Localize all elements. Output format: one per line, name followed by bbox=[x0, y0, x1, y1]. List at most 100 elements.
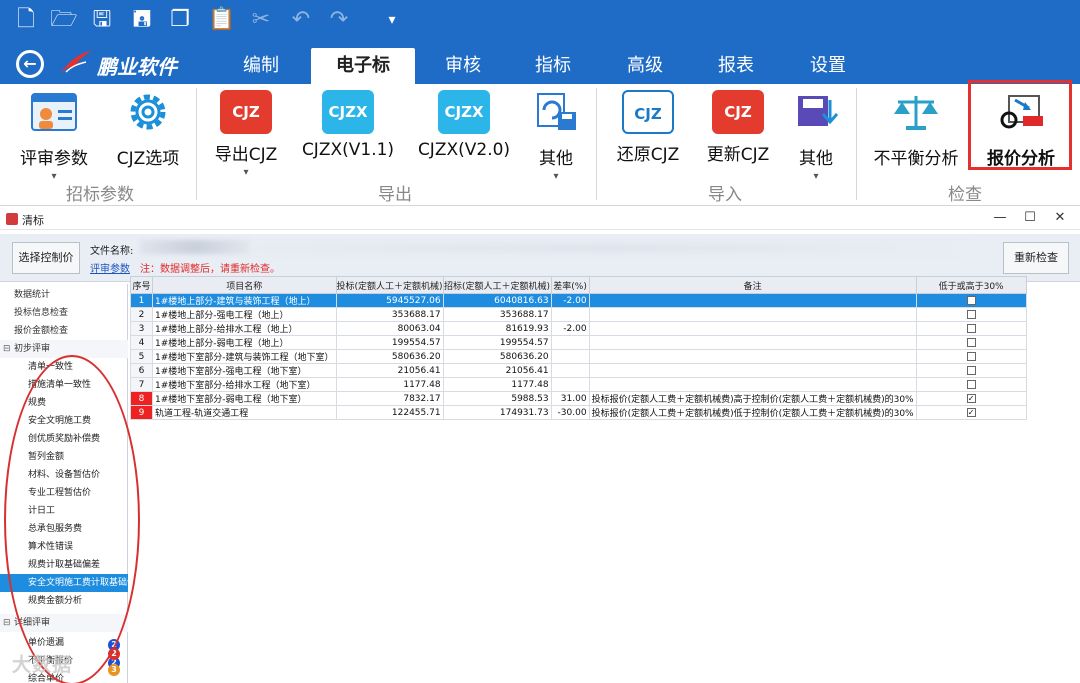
remark-cell bbox=[588, 377, 917, 392]
window-title: 清标 bbox=[22, 214, 44, 227]
table-row[interactable]: 5 1#楼地下室部分-建筑与装饰工程（地下室） 580636.20 580636.20 bbox=[130, 349, 1027, 364]
tree-item-amount-check[interactable]: 报价金额检查 bbox=[0, 322, 128, 340]
col-header-project[interactable]: 项目名称 bbox=[152, 276, 337, 294]
over30-checkbox[interactable] bbox=[966, 309, 976, 319]
bid-amount-cell: 7832.17 bbox=[335, 391, 444, 406]
eval-params-button[interactable]: 评审参数 ▾ bbox=[10, 90, 98, 182]
over30-checkbox[interactable]: ✓ bbox=[966, 407, 976, 417]
tree-item-bid-info-check[interactable]: 投标信息检查 bbox=[0, 304, 128, 322]
copy-icon[interactable]: ❐ bbox=[166, 6, 194, 34]
import-other-button[interactable]: 其他 ▾ bbox=[784, 90, 848, 182]
update-cjz-button[interactable]: CJZ 更新CJZ bbox=[696, 90, 780, 165]
cjzx-v11-button[interactable]: CJZX CJZX(V1.1) bbox=[296, 90, 400, 160]
over30-checkbox[interactable] bbox=[966, 379, 976, 389]
over30-cell bbox=[915, 349, 1027, 364]
expand-icon[interactable]: ⊟ bbox=[3, 340, 11, 358]
table-row[interactable]: 8 1#楼地下室部分-弱电工程（地下室） 7832.17 5988.53 31.00 投标… bbox=[130, 391, 1027, 406]
remark-cell: 投标报价(定额人工费＋定额机械费)低于控制价(定额人工费＋定额机械费)的30% bbox=[588, 405, 917, 420]
diff-rate-cell bbox=[550, 349, 590, 364]
bid-amount-cell: 199554.57 bbox=[335, 335, 444, 350]
new-file-icon[interactable]: 🗋 bbox=[12, 6, 40, 34]
col-header-over30[interactable]: 低于或高于30% bbox=[915, 276, 1027, 294]
minimize-icon[interactable]: — bbox=[990, 210, 1010, 225]
diff-rate-cell bbox=[550, 363, 590, 378]
over30-checkbox[interactable] bbox=[966, 337, 976, 347]
col-header-diff[interactable]: 差率(%) bbox=[550, 276, 590, 294]
export-other-button[interactable]: 其他 ▾ bbox=[524, 90, 588, 182]
remark-cell bbox=[588, 293, 917, 308]
close-icon[interactable]: ✕ bbox=[1050, 210, 1070, 225]
table-row[interactable]: 4 1#楼地上部分-弱电工程（地上） 199554.57 199554.57 bbox=[130, 335, 1027, 350]
table-row[interactable]: 3 1#楼地上部分-给排水工程（地上） 80063.04 81619.93 -2.00 bbox=[130, 321, 1027, 336]
group-separator bbox=[596, 88, 597, 200]
cjzx-v11-label: CJZX(V1.1) bbox=[301, 140, 395, 160]
group-separator bbox=[856, 88, 857, 200]
over30-cell: ✓ bbox=[915, 391, 1027, 406]
back-arrow-icon[interactable]: ← bbox=[16, 50, 44, 78]
over30-checkbox[interactable] bbox=[966, 295, 976, 305]
tab-reports[interactable]: 报表 bbox=[697, 48, 775, 84]
table-row[interactable]: 9 轨道工程-轨道交通工程 122455.71 174931.73 -30.00 投标报价… bbox=[130, 405, 1027, 420]
remark-cell bbox=[588, 321, 917, 336]
tab-review[interactable]: 审核 bbox=[424, 48, 502, 84]
col-header-tender[interactable]: 招标(定额人工＋定额机械) bbox=[442, 276, 552, 294]
chevron-down-icon: ▾ bbox=[553, 171, 559, 182]
row-index: 3 bbox=[130, 321, 153, 336]
quick-access-bar: 🗋 🗁 🖫 🖪 ❐ 📋 ✂ ↶ ↷ ▾ bbox=[0, 0, 1080, 42]
ribbon-panel: 评审参数 ▾ CJZ选项 招标参数 CJZ 导出CJZ ▾ CJZX CJZX(… bbox=[0, 84, 1080, 206]
row-index: 1 bbox=[130, 293, 153, 308]
chevron-down-icon: ▾ bbox=[813, 171, 819, 182]
tab-compile[interactable]: 编制 bbox=[222, 48, 300, 84]
over30-checkbox[interactable] bbox=[966, 351, 976, 361]
quote-analysis-table: 序号 项目名称 投标(定额人工＋定额机械) 招标(定额人工＋定额机械) 差率(%… bbox=[130, 276, 1027, 420]
save-as-icon[interactable]: 🖪 bbox=[128, 6, 156, 34]
restore-cjz-label: 还原CJZ bbox=[616, 145, 680, 165]
col-header-bid[interactable]: 投标(定额人工＋定额机械) bbox=[335, 276, 444, 294]
tab-settings[interactable]: 设置 bbox=[789, 48, 867, 84]
expand-icon[interactable]: ⊟ bbox=[3, 614, 11, 632]
table-row[interactable]: 1 1#楼地上部分-建筑与装饰工程（地上） 5945527.06 6040816.63… bbox=[130, 293, 1027, 308]
project-name-cell: 1#楼地下室部分-弱电工程（地下室） bbox=[152, 391, 337, 406]
project-name-cell: 1#楼地上部分-强电工程（地上） bbox=[152, 307, 337, 322]
diff-rate-cell: 31.00 bbox=[550, 391, 590, 406]
over30-checkbox[interactable] bbox=[966, 365, 976, 375]
imbalance-analysis-button[interactable]: 不平衡分析 bbox=[862, 90, 970, 169]
eval-params-link[interactable]: 评审参数 bbox=[90, 260, 130, 275]
over30-cell bbox=[915, 307, 1027, 322]
project-name-cell: 轨道工程-轨道交通工程 bbox=[152, 405, 337, 420]
project-name-cell: 1#楼地上部分-弱电工程（地上） bbox=[152, 335, 337, 350]
undo-icon[interactable]: ↶ bbox=[287, 6, 315, 34]
open-folder-icon[interactable]: 🗁 bbox=[50, 6, 78, 34]
save-icon[interactable]: 🖫 bbox=[88, 6, 116, 34]
over30-checkbox[interactable]: ✓ bbox=[966, 393, 976, 403]
restore-cjz-button[interactable]: CJZ 还原CJZ bbox=[606, 90, 690, 165]
tab-index[interactable]: 指标 bbox=[514, 48, 592, 84]
select-control-price-button[interactable]: 选择控制价 bbox=[12, 242, 80, 274]
tab-electronic-bid[interactable]: 电子标 bbox=[311, 48, 415, 84]
blurred-text bbox=[250, 244, 970, 252]
remark-cell bbox=[588, 363, 917, 378]
redo-icon[interactable]: ↷ bbox=[325, 6, 353, 34]
remark-cell bbox=[588, 307, 917, 322]
over30-checkbox[interactable] bbox=[966, 323, 976, 333]
table-row[interactable]: 2 1#楼地上部分-强电工程（地上） 353688.17 353688.17 bbox=[130, 307, 1027, 322]
more-dropdown-icon[interactable]: ▾ bbox=[378, 6, 406, 34]
table-row[interactable]: 7 1#楼地下室部分-给排水工程（地下室） 1177.48 1177.48 bbox=[130, 377, 1027, 392]
cjz-options-button[interactable]: CJZ选项 bbox=[104, 90, 192, 169]
row-index: 9 bbox=[130, 405, 153, 420]
table-row[interactable]: 6 1#楼地下室部分-强电工程（地下室） 21056.41 21056.41 bbox=[130, 363, 1027, 378]
window-toolstrip: 选择控制价 文件名称: 评审参数 注：数据调整后，请重新检查。 重新检查 bbox=[0, 234, 1080, 282]
tab-advanced[interactable]: 高级 bbox=[606, 48, 684, 84]
tree-item-data-stats[interactable]: 数据统计 bbox=[0, 286, 128, 304]
imbalance-analysis-label: 不平衡分析 bbox=[873, 149, 959, 169]
balance-scale-icon bbox=[894, 96, 938, 130]
export-cjz-button[interactable]: CJZ 导出CJZ ▾ bbox=[204, 90, 288, 178]
maximize-icon[interactable]: ☐ bbox=[1020, 210, 1040, 225]
col-header-remark[interactable]: 备注 bbox=[588, 276, 917, 294]
tree-group-label: 初步评审 bbox=[14, 344, 51, 354]
paste-icon[interactable]: 📋 bbox=[208, 6, 236, 34]
cjzx-v20-button[interactable]: CJZX CJZX(V2.0) bbox=[412, 90, 516, 160]
recheck-button[interactable]: 重新检查 bbox=[1003, 242, 1069, 274]
col-header-index[interactable]: 序号 bbox=[130, 276, 153, 294]
cut-icon[interactable]: ✂ bbox=[247, 6, 275, 34]
